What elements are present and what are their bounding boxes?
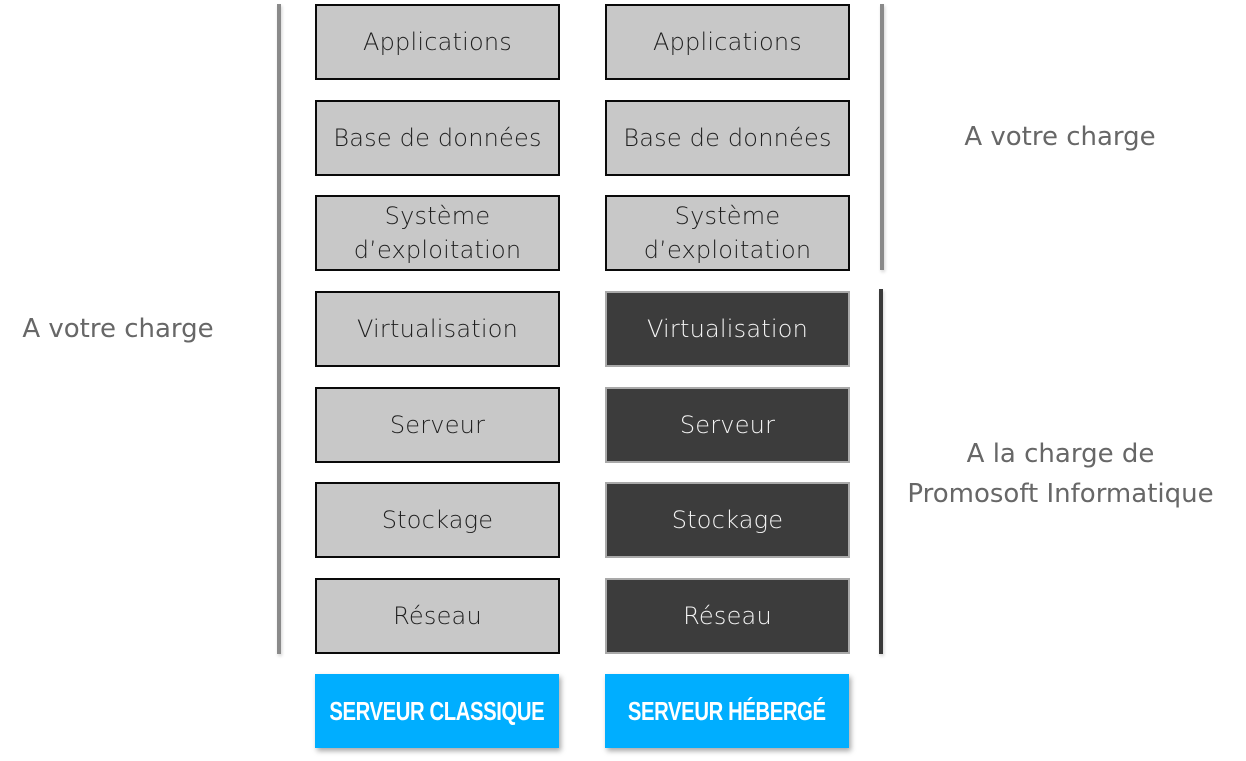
hosted-layer-storage: Stockage xyxy=(605,482,850,558)
classic-layer-virtualisation: Virtualisation xyxy=(315,291,560,367)
left-bracket-line xyxy=(277,4,281,654)
left-responsibility-label: A votre charge xyxy=(22,314,214,344)
hosted-server-title: SERVEUR HÉBERGÉ xyxy=(628,695,826,726)
classic-layer-storage: Stockage xyxy=(315,482,560,558)
hosted-layer-virtualisation: Virtualisation xyxy=(605,291,850,367)
right-bottom-responsibility-label: A la charge de Promosoft Informatique xyxy=(888,434,1233,514)
classic-layer-database: Base de données xyxy=(315,100,560,176)
classic-layer-applications: Applications xyxy=(315,4,560,80)
classic-server-title: SERVEUR CLASSIQUE xyxy=(329,695,545,726)
hosted-layer-server: Serveur xyxy=(605,387,850,463)
right-top-bracket-line xyxy=(880,4,884,270)
right-bottom-label-line1: A la charge de xyxy=(966,439,1155,469)
classic-server-title-badge: SERVEUR CLASSIQUE xyxy=(315,674,559,748)
hosted-layer-database: Base de données xyxy=(605,100,850,176)
hosted-server-title-badge: SERVEUR HÉBERGÉ xyxy=(605,674,849,748)
classic-layer-network: Réseau xyxy=(315,578,560,654)
hosted-layer-network: Réseau xyxy=(605,578,850,654)
hosted-layer-applications: Applications xyxy=(605,4,850,80)
right-bottom-bracket-line xyxy=(879,289,883,654)
classic-layer-server: Serveur xyxy=(315,387,560,463)
right-top-responsibility-label: A votre charge xyxy=(964,122,1156,152)
hosted-layer-os: Système d’exploitation xyxy=(605,195,850,271)
right-bottom-label-line2: Promosoft Informatique xyxy=(907,479,1214,509)
classic-layer-os: Système d’exploitation xyxy=(315,195,560,271)
